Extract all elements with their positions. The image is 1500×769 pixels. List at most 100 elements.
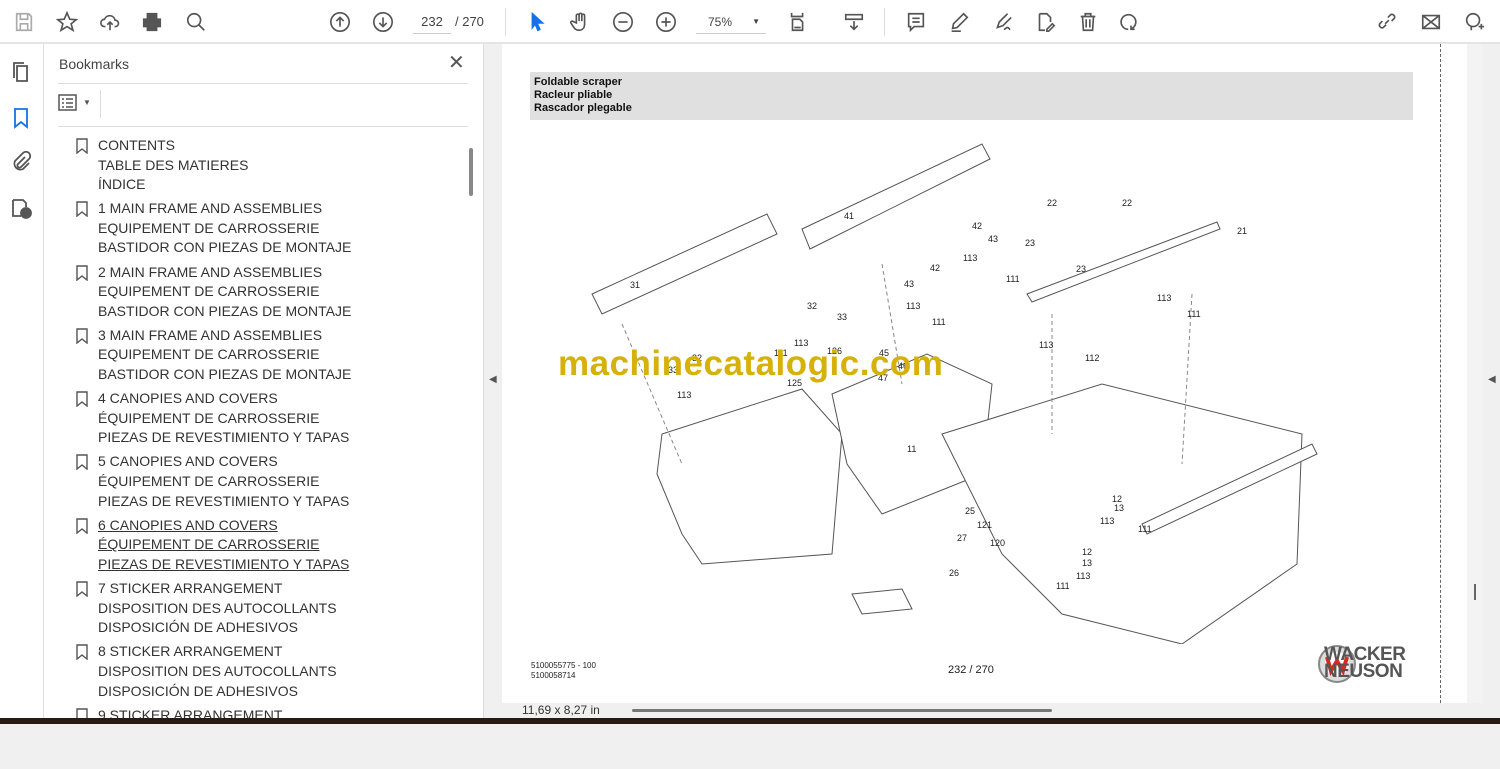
search-icon[interactable]: [182, 8, 210, 36]
part-callout: 113: [1076, 571, 1090, 581]
bookmark-icon: [76, 264, 88, 281]
signature-icon[interactable]: [988, 8, 1016, 36]
delete-icon[interactable]: [1074, 8, 1102, 36]
bookmark-item[interactable]: 4 CANOPIES AND COVERS ÉQUIPEMENT DE CARRO…: [58, 389, 468, 452]
previous-page-icon[interactable]: [326, 8, 354, 36]
scrollbar-thumb[interactable]: [469, 148, 473, 196]
bookmark-label: DISPOSICIÓN DE ADHESIVOS: [98, 682, 298, 699]
collapse-panel-arrow-icon[interactable]: ◀: [489, 374, 497, 385]
bookmark-item[interactable]: 8 STICKER ARRANGEMENT DISPOSITION DES AUT…: [58, 642, 468, 705]
bookmark-label: PIEZAS DE REVESTIMIENTO Y TAPAS: [98, 429, 350, 446]
bookmark-label: PIEZAS DE REVESTIMIENTO Y TAPAS: [98, 492, 350, 509]
bookmark-label: ÉQUIPEMENT DE CARROSSERIE: [98, 473, 320, 490]
save-icon[interactable]: [10, 8, 38, 36]
zoom-in-icon[interactable]: [652, 8, 680, 36]
bookmark-item[interactable]: 9 STICKER ARRANGEMENT: [58, 706, 468, 769]
bookmark-label: 2 MAIN FRAME AND ASSEMBLIES: [98, 263, 323, 280]
part-callout: 13: [1114, 503, 1124, 513]
part-callout: 112: [1085, 353, 1099, 363]
footer-page-number: 232 / 270: [948, 664, 994, 676]
page-thumbnails-icon[interactable]: [9, 60, 33, 84]
bookmarks-panel: Bookmarks ✕ ▼ CONTENTS TABLE DES MATIERES…: [44, 44, 484, 724]
bookmark-list: CONTENTS TABLE DES MATIERES ÍNDICE 1 MAIN F…: [58, 136, 468, 769]
chevron-down-icon: ▼: [83, 98, 91, 107]
bookmark-icon[interactable]: [9, 106, 33, 130]
part-callout: 13: [1082, 558, 1092, 568]
page-size: 11,69 x 8,27 in: [522, 703, 600, 717]
taskbar-strip: [0, 718, 1500, 724]
part-callout: 121: [977, 520, 992, 530]
bookmark-item[interactable]: 3 MAIN FRAME AND ASSEMBLIES EQUIPEMENT DE…: [58, 326, 468, 389]
scroll-mode-icon[interactable]: [840, 8, 868, 36]
bookmark-label: CONTENTS: [98, 137, 175, 153]
upload-cloud-icon[interactable]: [96, 8, 124, 36]
panel-scrollbar[interactable]: [468, 128, 476, 718]
chevron-down-icon: ▼: [752, 17, 760, 26]
bookmark-label: EQUIPEMENT DE CARROSSERIE: [98, 219, 320, 236]
select-cursor-icon[interactable]: [523, 8, 551, 36]
part-callout: 113: [1100, 516, 1114, 526]
page-number-input[interactable]: 232: [413, 10, 451, 34]
part-callout: 27: [957, 533, 967, 543]
bookmark-label: 7 STICKER ARRANGEMENT: [98, 580, 283, 597]
footer-code: 5100055775 - 100: [531, 661, 596, 670]
bookmark-label: 1 MAIN FRAME AND ASSEMBLIES: [98, 200, 323, 217]
comment-icon[interactable]: [902, 8, 930, 36]
bookmark-label: 8 STICKER ARRANGEMENT: [98, 643, 283, 660]
bookmark-icon: [76, 644, 88, 661]
title-es: Rascador plegable: [534, 102, 632, 114]
star-icon[interactable]: [53, 8, 81, 36]
bookmark-item[interactable]: 2 MAIN FRAME AND ASSEMBLIES EQUIPEMENT DE…: [58, 263, 468, 326]
part-callout: 113: [677, 390, 691, 400]
bookmark-item[interactable]: 7 STICKER ARRANGEMENT DISPOSITION DES AUT…: [58, 579, 468, 642]
expand-right-panel-arrow-icon[interactable]: ◀: [1488, 374, 1496, 385]
bookmark-label: EQUIPEMENT DE CARROSSERIE: [98, 283, 320, 300]
page-header-box: Foldable scraper Racleur pliable Rascado…: [530, 72, 1413, 120]
fit-page-icon[interactable]: [784, 8, 812, 36]
bookmark-label: EQUIPEMENT DE CARROSSERIE: [98, 346, 320, 363]
watermark: machinecatalogic.com: [558, 344, 944, 383]
email-icon[interactable]: [1417, 8, 1445, 36]
rotate-icon[interactable]: [1117, 8, 1145, 36]
bookmark-item[interactable]: 1 MAIN FRAME AND ASSEMBLIES EQUIPEMENT DE…: [58, 199, 468, 262]
brand-line: NEUSON: [1324, 661, 1403, 682]
bookmark-options-button[interactable]: ▼: [58, 94, 94, 116]
document-scrollbar[interactable]: [1467, 44, 1483, 703]
part-callout: 22: [1047, 198, 1057, 208]
bookmark-item[interactable]: CONTENTS TABLE DES MATIERES ÍNDICE: [58, 136, 468, 199]
bookmark-label: DISPOSICIÓN DE ADHESIVOS: [98, 619, 298, 636]
part-callout: 21: [1237, 226, 1247, 236]
toolbar: 232 / 270 75% ▼: [0, 0, 1500, 44]
close-icon[interactable]: ✕: [448, 50, 465, 75]
horizontal-scrollbar[interactable]: [632, 709, 1052, 712]
part-callout: 120: [990, 538, 1005, 548]
pdf-page: Foldable scraper Racleur pliable Rascado…: [502, 44, 1467, 703]
part-callout: 32: [807, 301, 817, 311]
print-icon[interactable]: [138, 8, 166, 36]
edit-document-icon[interactable]: [1031, 8, 1059, 36]
document-info-icon[interactable]: [9, 196, 33, 220]
bookmark-item[interactable]: 6 CANOPIES AND COVERS ÉQUIPEMENT DE CARRO…: [58, 516, 468, 579]
highlight-pen-icon[interactable]: [945, 8, 973, 36]
status-bar: 11,69 x 8,27 in: [502, 703, 1482, 718]
part-callout: 41: [844, 211, 854, 221]
bookmark-icon: [76, 328, 88, 344]
zoom-select[interactable]: 75% ▼: [696, 10, 766, 34]
next-page-icon[interactable]: [369, 8, 397, 36]
scrollbar-thumb[interactable]: [1474, 584, 1476, 600]
share-link-icon[interactable]: [1373, 8, 1401, 36]
exploded-parts-diagram: 4142434243113111222322232111311111311111…: [591, 143, 1318, 644]
bookmark-label: DISPOSITION DES AUTOCOLLANTS: [98, 662, 337, 679]
attachment-icon[interactable]: [9, 150, 33, 174]
part-callout: 23: [1025, 238, 1035, 248]
divider: [505, 8, 506, 36]
bookmark-icon: [76, 201, 88, 218]
bookmark-item[interactable]: 5 CANOPIES AND COVERS ÉQUIPEMENT DE CARRO…: [58, 452, 468, 515]
zoom-value: 75%: [708, 15, 733, 29]
part-callout: 113: [1039, 340, 1053, 350]
bookmark-label: 3 MAIN FRAME AND ASSEMBLIES: [98, 326, 323, 343]
part-callout: 22: [1122, 198, 1132, 208]
hand-tool-icon[interactable]: [566, 8, 594, 36]
zoom-out-icon[interactable]: [609, 8, 637, 36]
add-user-icon[interactable]: [1460, 8, 1488, 36]
